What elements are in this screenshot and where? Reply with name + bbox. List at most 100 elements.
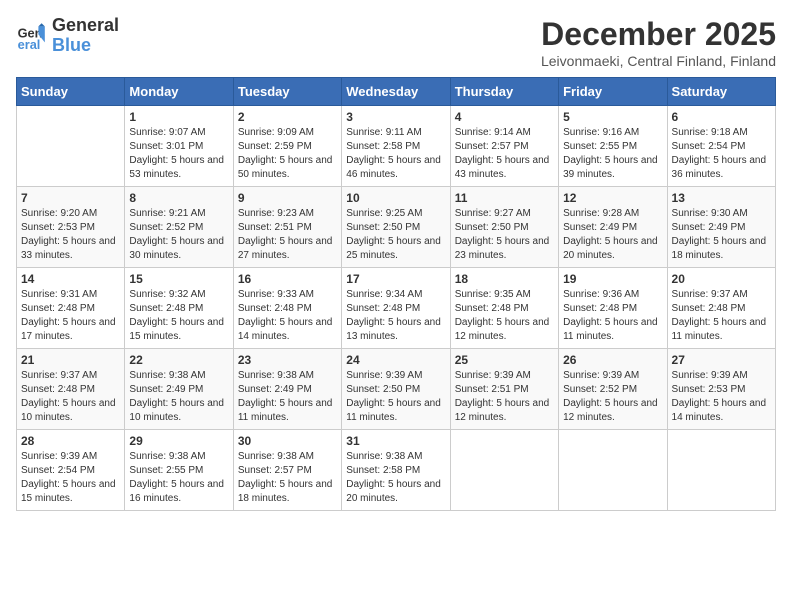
- day-info: Sunrise: 9:21 AMSunset: 2:52 PMDaylight:…: [129, 207, 228, 263]
- calendar-header-row: SundayMondayTuesdayWednesdayThursdayFrid…: [17, 78, 776, 106]
- calendar-week-4: 21 Sunrise: 9:37 AMSunset: 2:48 PMDayligh…: [17, 349, 776, 430]
- day-info: Sunrise: 9:14 AMSunset: 2:57 PMDaylight:…: [455, 126, 554, 182]
- calendar-cell: 10 Sunrise: 9:25 AMSunset: 2:50 PMDayligh…: [342, 187, 450, 268]
- day-number: 21: [21, 353, 120, 367]
- calendar-cell: 25 Sunrise: 9:39 AMSunset: 2:51 PMDayligh…: [450, 349, 558, 430]
- day-info: Sunrise: 9:20 AMSunset: 2:53 PMDaylight:…: [21, 207, 120, 263]
- day-number: 25: [455, 353, 554, 367]
- day-number: 10: [346, 191, 445, 205]
- calendar-table: SundayMondayTuesdayWednesdayThursdayFrid…: [16, 77, 776, 511]
- day-number: 8: [129, 191, 228, 205]
- day-info: Sunrise: 9:39 AMSunset: 2:52 PMDaylight:…: [563, 369, 662, 425]
- calendar-cell: 1 Sunrise: 9:07 AMSunset: 3:01 PMDaylight…: [125, 106, 233, 187]
- day-info: Sunrise: 9:37 AMSunset: 2:48 PMDaylight:…: [21, 369, 120, 425]
- calendar-cell: 7Sunrise: 9:20 AMSunset: 2:53 PMDaylight…: [17, 187, 125, 268]
- day-info: Sunrise: 9:39 AMSunset: 2:51 PMDaylight:…: [455, 369, 554, 425]
- title-area: December 2025 Leivonmaeki, Central Finla…: [541, 16, 776, 69]
- calendar-cell: 19Sunrise: 9:36 AMSunset: 2:48 PMDayligh…: [559, 268, 667, 349]
- calendar-cell: 6 Sunrise: 9:18 AMSunset: 2:54 PMDaylight…: [667, 106, 775, 187]
- calendar-cell: 23 Sunrise: 9:38 AMSunset: 2:49 PMDayligh…: [233, 349, 341, 430]
- day-info: Sunrise: 9:07 AMSunset: 3:01 PMDaylight:…: [129, 126, 228, 182]
- header-day-sunday: Sunday: [17, 78, 125, 106]
- day-number: 6: [672, 110, 771, 124]
- day-info: Sunrise: 9:35 AMSunset: 2:48 PMDaylight:…: [455, 288, 554, 344]
- calendar-cell: 27 Sunrise: 9:39 AMSunset: 2:53 PMDayligh…: [667, 349, 775, 430]
- day-number: 11: [455, 191, 554, 205]
- header-day-monday: Monday: [125, 78, 233, 106]
- day-info: Sunrise: 9:28 AMSunset: 2:49 PMDaylight:…: [563, 207, 662, 263]
- day-info: Sunrise: 9:39 AMSunset: 2:54 PMDaylight:…: [21, 450, 120, 506]
- header: Gen eral General Blue December 2025 Leiv…: [16, 16, 776, 69]
- logo-icon: Gen eral: [16, 20, 48, 52]
- calendar-cell: 4 Sunrise: 9:14 AMSunset: 2:57 PMDaylight…: [450, 106, 558, 187]
- calendar-cell: 21 Sunrise: 9:37 AMSunset: 2:48 PMDayligh…: [17, 349, 125, 430]
- day-number: 4: [455, 110, 554, 124]
- calendar-cell: 24Sunrise: 9:39 AMSunset: 2:50 PMDayligh…: [342, 349, 450, 430]
- calendar-week-1: 1 Sunrise: 9:07 AMSunset: 3:01 PMDaylight…: [17, 106, 776, 187]
- day-info: Sunrise: 9:11 AMSunset: 2:58 PMDaylight:…: [346, 126, 445, 182]
- day-number: 12: [563, 191, 662, 205]
- day-info: Sunrise: 9:23 AMSunset: 2:51 PMDaylight:…: [238, 207, 337, 263]
- day-number: 28: [21, 434, 120, 448]
- day-number: 3: [346, 110, 445, 124]
- calendar-week-3: 14 Sunrise: 9:31 AMSunset: 2:48 PMDayligh…: [17, 268, 776, 349]
- day-info: Sunrise: 9:25 AMSunset: 2:50 PMDaylight:…: [346, 207, 445, 263]
- day-info: Sunrise: 9:16 AMSunset: 2:55 PMDaylight:…: [563, 126, 662, 182]
- header-day-tuesday: Tuesday: [233, 78, 341, 106]
- logo-blue: Blue: [52, 36, 119, 56]
- day-number: 31: [346, 434, 445, 448]
- day-info: Sunrise: 9:39 AMSunset: 2:53 PMDaylight:…: [672, 369, 771, 425]
- calendar-cell: 5 Sunrise: 9:16 AMSunset: 2:55 PMDaylight…: [559, 106, 667, 187]
- calendar-cell: 12 Sunrise: 9:28 AMSunset: 2:49 PMDayligh…: [559, 187, 667, 268]
- calendar-cell: 15 Sunrise: 9:32 AMSunset: 2:48 PMDayligh…: [125, 268, 233, 349]
- location-title: Leivonmaeki, Central Finland, Finland: [541, 53, 776, 69]
- day-number: 27: [672, 353, 771, 367]
- calendar-cell: 30 Sunrise: 9:38 AMSunset: 2:57 PMDayligh…: [233, 430, 341, 511]
- logo: Gen eral General Blue: [16, 16, 119, 56]
- day-number: 20: [672, 272, 771, 286]
- calendar-cell: 22Sunrise: 9:38 AMSunset: 2:49 PMDayligh…: [125, 349, 233, 430]
- day-number: 16: [238, 272, 337, 286]
- day-number: 14: [21, 272, 120, 286]
- day-info: Sunrise: 9:32 AMSunset: 2:48 PMDaylight:…: [129, 288, 228, 344]
- day-info: Sunrise: 9:38 AMSunset: 2:55 PMDaylight:…: [129, 450, 228, 506]
- day-info: Sunrise: 9:38 AMSunset: 2:58 PMDaylight:…: [346, 450, 445, 506]
- day-info: Sunrise: 9:38 AMSunset: 2:57 PMDaylight:…: [238, 450, 337, 506]
- calendar-cell: 8 Sunrise: 9:21 AMSunset: 2:52 PMDaylight…: [125, 187, 233, 268]
- calendar-cell: [559, 430, 667, 511]
- day-info: Sunrise: 9:37 AMSunset: 2:48 PMDaylight:…: [672, 288, 771, 344]
- day-number: 17: [346, 272, 445, 286]
- calendar-cell: 29Sunrise: 9:38 AMSunset: 2:55 PMDayligh…: [125, 430, 233, 511]
- day-info: Sunrise: 9:30 AMSunset: 2:49 PMDaylight:…: [672, 207, 771, 263]
- calendar-cell: 9 Sunrise: 9:23 AMSunset: 2:51 PMDaylight…: [233, 187, 341, 268]
- header-day-saturday: Saturday: [667, 78, 775, 106]
- day-number: 26: [563, 353, 662, 367]
- day-info: Sunrise: 9:38 AMSunset: 2:49 PMDaylight:…: [129, 369, 228, 425]
- day-info: Sunrise: 9:39 AMSunset: 2:50 PMDaylight:…: [346, 369, 445, 425]
- day-number: 9: [238, 191, 337, 205]
- calendar-cell: 14 Sunrise: 9:31 AMSunset: 2:48 PMDayligh…: [17, 268, 125, 349]
- day-number: 18: [455, 272, 554, 286]
- calendar-cell: 13 Sunrise: 9:30 AMSunset: 2:49 PMDayligh…: [667, 187, 775, 268]
- day-number: 13: [672, 191, 771, 205]
- calendar-week-2: 7Sunrise: 9:20 AMSunset: 2:53 PMDaylight…: [17, 187, 776, 268]
- day-info: Sunrise: 9:18 AMSunset: 2:54 PMDaylight:…: [672, 126, 771, 182]
- month-title: December 2025: [541, 16, 776, 53]
- header-day-wednesday: Wednesday: [342, 78, 450, 106]
- day-number: 5: [563, 110, 662, 124]
- calendar-cell: 18 Sunrise: 9:35 AMSunset: 2:48 PMDayligh…: [450, 268, 558, 349]
- calendar-cell: 20 Sunrise: 9:37 AMSunset: 2:48 PMDayligh…: [667, 268, 775, 349]
- calendar-cell: 11Sunrise: 9:27 AMSunset: 2:50 PMDayligh…: [450, 187, 558, 268]
- header-day-thursday: Thursday: [450, 78, 558, 106]
- day-number: 1: [129, 110, 228, 124]
- calendar-cell: 2Sunrise: 9:09 AMSunset: 2:59 PMDaylight…: [233, 106, 341, 187]
- day-number: 2: [238, 110, 337, 124]
- calendar-cell: 16Sunrise: 9:33 AMSunset: 2:48 PMDayligh…: [233, 268, 341, 349]
- header-day-friday: Friday: [559, 78, 667, 106]
- day-number: 30: [238, 434, 337, 448]
- day-info: Sunrise: 9:31 AMSunset: 2:48 PMDaylight:…: [21, 288, 120, 344]
- calendar-cell: [667, 430, 775, 511]
- day-number: 15: [129, 272, 228, 286]
- day-info: Sunrise: 9:38 AMSunset: 2:49 PMDaylight:…: [238, 369, 337, 425]
- day-number: 23: [238, 353, 337, 367]
